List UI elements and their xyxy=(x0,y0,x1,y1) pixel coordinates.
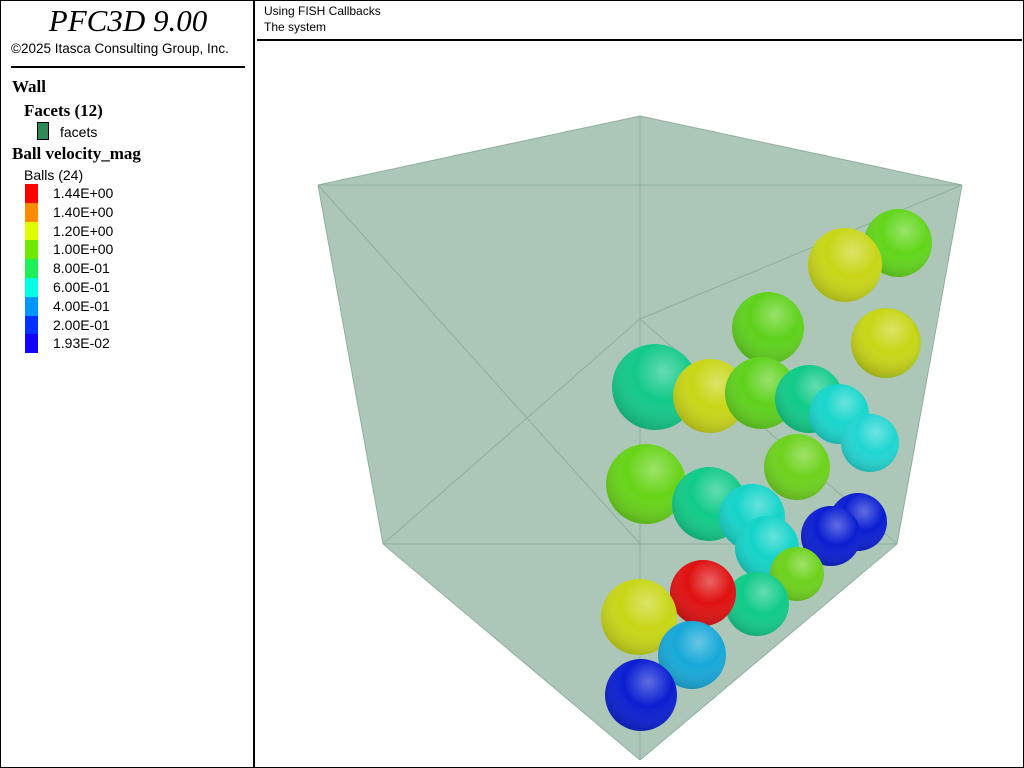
ball xyxy=(725,572,789,636)
ball-shading xyxy=(605,659,677,731)
ball-shading xyxy=(764,434,830,500)
facets-heading: Facets (12) xyxy=(24,101,103,120)
facets-label: facets xyxy=(60,124,98,140)
scale-label: 8.00E-01 xyxy=(53,260,110,277)
scale-label: 1.93E-02 xyxy=(53,335,110,352)
ball xyxy=(852,309,918,375)
wall-heading: Wall xyxy=(12,77,47,96)
ball-shading xyxy=(670,560,736,626)
scale-swatch xyxy=(25,296,38,316)
ball xyxy=(764,434,830,500)
scale-swatch xyxy=(25,334,38,354)
scale-swatch xyxy=(25,184,38,203)
scale-swatch xyxy=(25,240,38,260)
scale-swatch xyxy=(25,202,38,222)
view-subtitle: The system xyxy=(264,20,327,34)
ball xyxy=(841,414,899,472)
3d-viewport[interactable] xyxy=(257,41,1022,767)
ball-shading xyxy=(841,414,899,472)
model-scene[interactable] xyxy=(257,41,1022,767)
ball xyxy=(605,659,677,731)
ball-shading xyxy=(808,228,882,302)
ball-shading xyxy=(725,572,789,636)
ball xyxy=(808,228,882,302)
scale-label: 1.00E+00 xyxy=(53,241,114,258)
balls-count-label: Balls (24) xyxy=(24,167,84,183)
legend-panel: PFC3D 9.00 ©2025 Itasca Consulting Group… xyxy=(1,1,255,767)
scale-label: 1.40E+00 xyxy=(53,203,114,220)
scale-label: 1.44E+00 xyxy=(53,185,114,201)
ball xyxy=(670,560,736,626)
ball-shading xyxy=(852,309,918,375)
scale-label: 1.20E+00 xyxy=(53,222,114,239)
scale-swatch xyxy=(25,259,38,279)
copyright-text: ©2025 Itasca Consulting Group, Inc. xyxy=(11,41,229,56)
scale-swatch xyxy=(25,315,38,335)
scale-label: 6.00E-01 xyxy=(53,278,110,295)
view-header: Using FISH Callbacks The system xyxy=(257,1,1022,41)
scale-label: 2.00E-01 xyxy=(53,316,110,333)
scale-swatch xyxy=(25,221,38,241)
legend-divider xyxy=(11,66,245,68)
facet-color-swatch xyxy=(37,122,49,140)
ball-velocity-heading: Ball velocity_mag xyxy=(12,144,141,163)
scale-label: 4.00E-01 xyxy=(53,297,110,314)
ball-shading xyxy=(732,292,804,364)
app-title: PFC3D 9.00 xyxy=(48,3,208,38)
view-title: Using FISH Callbacks xyxy=(264,4,381,18)
scale-swatch xyxy=(25,277,38,297)
ball xyxy=(732,292,804,364)
